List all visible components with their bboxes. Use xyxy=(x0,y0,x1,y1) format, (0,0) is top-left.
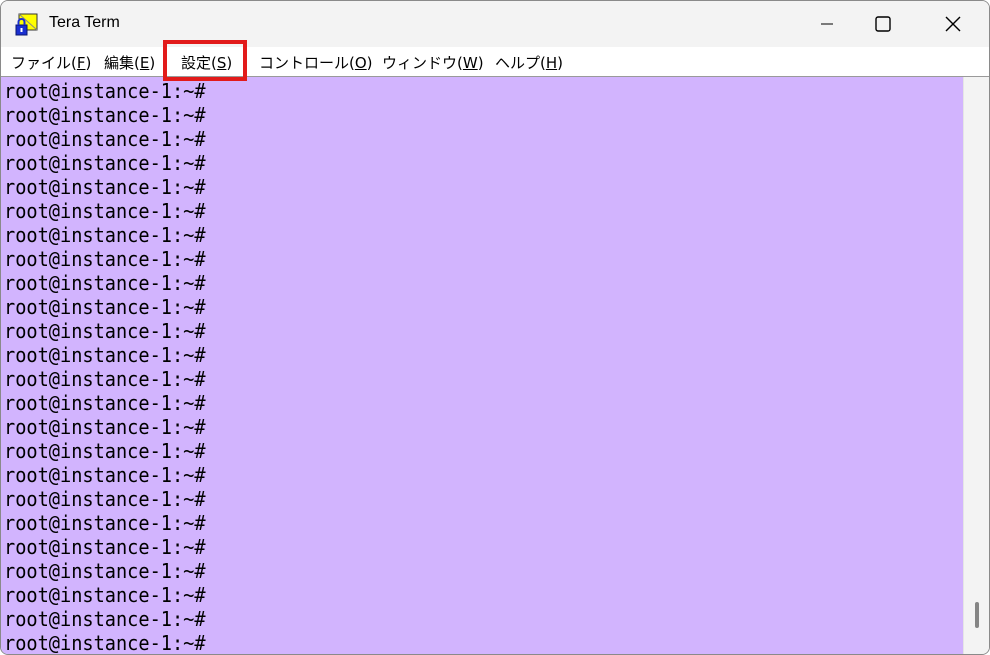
menu-edit-label: 編集( xyxy=(104,54,140,72)
terminal-line: root@instance-1:~# xyxy=(4,271,206,295)
menu-window-label: ウィンドウ( xyxy=(382,54,463,72)
menu-file-label: ファイル( xyxy=(11,54,77,72)
terminal-output: root@instance-1:~# root@instance-1:~# root… xyxy=(4,79,221,654)
menu-control-end: ) xyxy=(366,54,373,72)
menu-help-accel: H xyxy=(545,54,558,72)
terminal-line: root@instance-1:~# xyxy=(4,343,206,367)
terminal-line: root@instance-1:~# xyxy=(4,463,206,487)
terminal-line: root@instance-1:~# xyxy=(4,319,206,343)
menu-file-end: ) xyxy=(85,54,92,72)
menu-window-accel: W xyxy=(462,54,478,72)
terminal-line: root@instance-1:~# xyxy=(4,559,206,583)
menu-control-label: コントロール( xyxy=(259,54,355,72)
menu-file-accel: F xyxy=(76,54,86,72)
terminal-line: root@instance-1:~# xyxy=(4,415,206,439)
terminal-line: root@instance-1:~# xyxy=(4,103,206,127)
menu-window-end: ) xyxy=(477,54,484,72)
terminal-line: root@instance-1:~# xyxy=(4,535,206,559)
menu-control[interactable]: コントロール(O) xyxy=(259,52,373,73)
close-icon xyxy=(945,16,961,32)
menu-edit-accel: E xyxy=(139,54,150,72)
terminal-line: root@instance-1:~# xyxy=(4,607,206,631)
terminal-line: root@instance-1:~# xyxy=(4,631,206,654)
maximize-icon xyxy=(875,16,891,32)
menu-edit-end: ) xyxy=(149,54,156,72)
tera-term-app-icon xyxy=(15,13,39,37)
menu-bar: ファイル(F) 編集(E) 設定(S) コントロール(O) ウィンドウ(W) ヘ… xyxy=(1,47,989,77)
terminal-line: root@instance-1:~# xyxy=(4,127,206,151)
terminal-line: root@instance-1:~# xyxy=(4,247,206,271)
terminal-line: root@instance-1:~# xyxy=(4,511,206,535)
menu-help-end: ) xyxy=(557,54,563,72)
terminal-line: root@instance-1:~# xyxy=(4,439,206,463)
close-button[interactable] xyxy=(923,1,983,47)
scrollbar-thumb[interactable] xyxy=(975,602,979,628)
terminal-line: root@instance-1:~# xyxy=(4,175,206,199)
minimize-button[interactable] xyxy=(797,1,857,47)
terminal-line: root@instance-1:~# xyxy=(4,79,206,103)
maximize-button[interactable] xyxy=(853,1,913,47)
menu-control-accel: O xyxy=(354,54,367,72)
terminal-line: root@instance-1:~# xyxy=(4,223,206,247)
title-bar[interactable]: Tera Term xyxy=(1,1,989,47)
terminal-line: root@instance-1:~# xyxy=(4,295,206,319)
menu-help[interactable]: ヘルプ(H) xyxy=(495,52,563,73)
terminal-line: root@instance-1:~# xyxy=(4,367,206,391)
terminal-line: root@instance-1:~# xyxy=(4,151,206,175)
terminal-area[interactable]: root@instance-1:~# root@instance-1:~# root… xyxy=(1,77,963,654)
window-title: Tera Term xyxy=(49,14,120,31)
terminal-line: root@instance-1:~# xyxy=(4,583,206,607)
minimize-icon xyxy=(821,23,833,25)
terminal-line: root@instance-1:~# xyxy=(4,391,206,415)
terminal-line: root@instance-1:~# xyxy=(4,199,206,223)
menu-edit[interactable]: 編集(E) xyxy=(104,52,155,73)
menu-window[interactable]: ウィンドウ(W) xyxy=(382,52,484,73)
terminal-line: root@instance-1:~# xyxy=(4,487,206,511)
tera-term-window: Tera Term ファイル(F) 編集(E) 設定(S) コントロール(O) … xyxy=(0,0,990,655)
menu-help-label: ヘルプ( xyxy=(495,54,546,72)
highlight-annotation-box xyxy=(163,40,247,81)
vertical-scrollbar[interactable] xyxy=(963,77,989,654)
menu-file[interactable]: ファイル(F) xyxy=(11,52,91,73)
